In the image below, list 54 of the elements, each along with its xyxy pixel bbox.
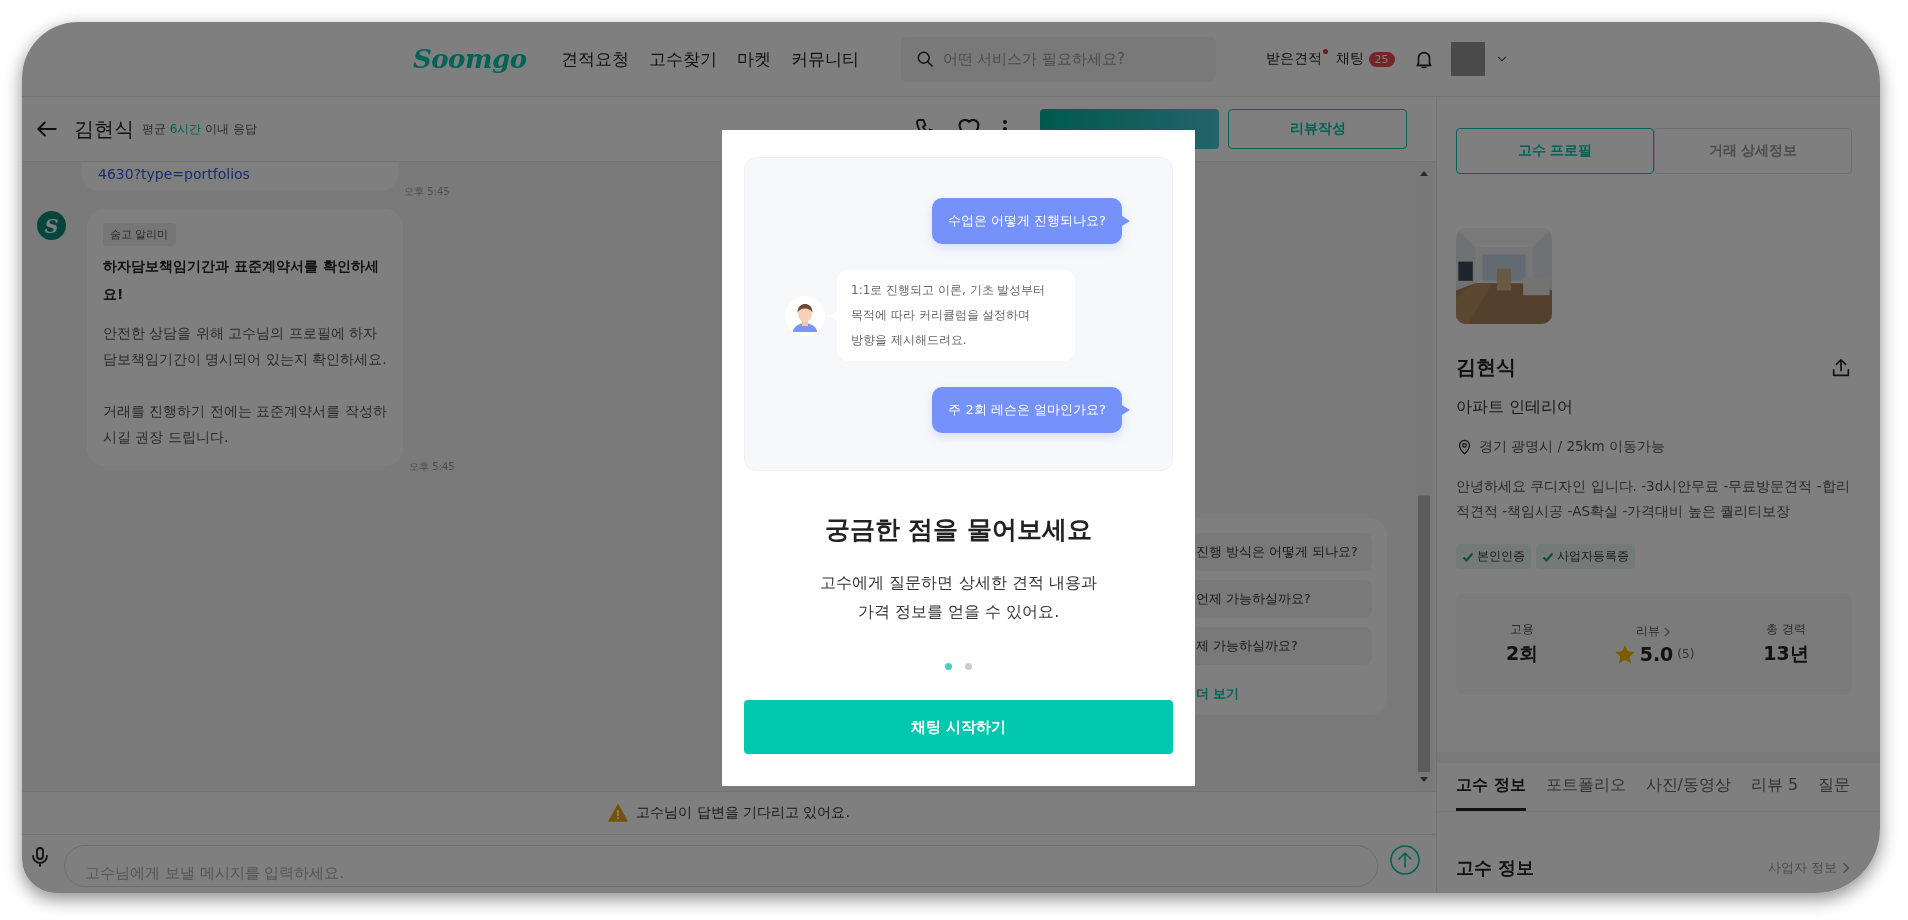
section-title: 고수 정보 [1456,856,1535,880]
start-chat-button[interactable]: 채팅 시작하기 [744,700,1173,754]
nav-link[interactable]: 견적요청 [560,47,629,71]
received-quotes-link[interactable]: 받은견적 [1265,50,1328,68]
chat-partner-name: 김현식 [74,115,134,143]
section-tab[interactable]: 포트폴리오 [1545,763,1626,811]
stat-label[interactable]: 리뷰 [1636,623,1672,640]
verified-badge: 사업자등록증 [1536,544,1635,569]
expert-intro: 안녕하세요 쿠디자인 입니다. -3d시안무료 -무료방문견적 -합리적견적 -책임시공 -AS확실 -가격대비 높은 퀄리티보장 [1456,477,1851,521]
nav-link[interactable]: 고수찾기 [648,47,717,71]
stat-label: 고용 [1510,621,1534,638]
response-time: 평균 6시간 이내 응답 [142,120,258,138]
profile-avatar[interactable] [1450,42,1485,76]
dialog-description: 고수에게 질문하면 상세한 견적 내용과 가격 정보를 얻을 수 있어요. [820,572,1097,623]
section-tab[interactable]: 고수 정보 [1456,763,1526,811]
expert-name: 김현식 [1456,354,1516,381]
nav-link[interactable]: 커뮤니티 [790,47,859,71]
review-button[interactable]: 리뷰작성 [1228,109,1407,149]
soomgo-logo[interactable]: Soomgo [413,44,527,74]
star-icon [1613,643,1636,665]
section-tab[interactable]: 리뷰 5 [1750,763,1799,811]
expert-category: 아파트 인테리어 [1456,397,1575,418]
nav-link[interactable]: 마켓 [736,47,771,71]
verified-badge: 본인인증 [1456,544,1531,569]
chevron-right-icon [1840,862,1852,874]
check-icon [1462,550,1474,563]
sender-avatar: S [37,211,66,240]
waiting-notice: 고수님이 답변을 기다리고 있어요. [636,804,850,822]
profile-tab[interactable]: 고수 프로필 [1456,128,1654,174]
chevron-right-icon [1662,626,1672,637]
section-tab[interactable]: 사진/동영상 [1645,763,1731,811]
stat-label: 총 경력 [1766,621,1806,638]
warning-icon [608,804,629,822]
share-icon [1830,356,1852,379]
unread-count: 25 [1368,51,1395,67]
dialog-title: 궁금한 점을 물어보세요 [824,514,1093,546]
page-dot[interactable] [945,663,952,670]
expert-location: 경기 광명시 / 25km 이동가능 [1479,438,1665,456]
stat-value: 5.0 [1639,643,1674,665]
section-tab[interactable]: 질문 [1818,763,1851,811]
review-count: (5) [1677,647,1695,661]
portfolio-link[interactable]: 4630?type=portfolios [98,166,250,182]
stat-value: 13년 [1763,641,1809,666]
check-icon [1542,550,1554,563]
stat-value: 2회 [1505,641,1539,666]
page-dot[interactable] [965,663,972,670]
send-button[interactable] [1390,845,1420,875]
message-tag: 숨고 알리미 [103,223,176,246]
message-text: 거래를 진행하기 전에는 표준계약서를 작성하시길 권장 드립니다. [103,402,387,447]
chat-link[interactable]: 채팅 [1335,50,1364,68]
message-title: 하자담보책임기간과 표준계약서를 확인하세요! [103,257,380,304]
location-pin-icon [1456,438,1473,456]
person-avatar-icon [785,295,825,336]
message-text: 안전한 상담을 위해 고수님의 프로필에 하자담보책임기간이 명시되어 있는지 확인하세요. [103,324,387,369]
